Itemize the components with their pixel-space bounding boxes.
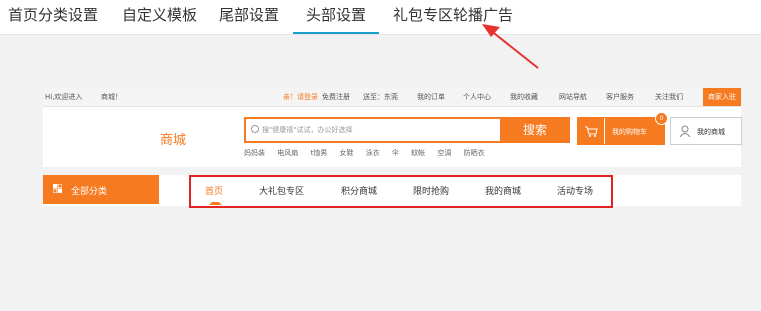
hot-word[interactable]: 妈妈装 xyxy=(244,149,265,157)
nav-bar: 全部分类 首页 大礼包专区 积分商城 限时抢购 我的商城 活动专场 xyxy=(43,175,741,208)
hot-word[interactable]: 空调 xyxy=(437,149,451,157)
search-placeholder: 搜"健康禧"试试，办公好选择 xyxy=(262,126,353,134)
nav-item-events[interactable]: 活动专场 xyxy=(557,184,593,197)
mall-text: 商城！ xyxy=(101,93,122,101)
nav-item-home[interactable]: 首页 xyxy=(205,184,223,197)
search-input[interactable]: 搜"健康禧"试试，办公好选择 xyxy=(244,117,503,143)
category-icon xyxy=(53,184,62,193)
nav-item-my-store[interactable]: 我的商城 xyxy=(485,184,521,197)
tab-bar: 首页分类设置 自定义模板 尾部设置 头部设置 礼包专区轮播广告 xyxy=(0,0,761,35)
user-center-link[interactable]: 个人中心 xyxy=(463,92,491,102)
header-main: 商城 搜"健康禧"试试，办公好选择 搜索 妈妈装 电风扇 t恤男 女鞋 泳衣 伞… xyxy=(43,107,742,167)
tab-header-settings[interactable]: 头部设置 xyxy=(293,0,379,34)
hot-word[interactable]: 女鞋 xyxy=(339,149,353,157)
follow-link[interactable]: 关注我们 xyxy=(655,92,683,102)
hot-word[interactable]: 电风扇 xyxy=(277,149,298,157)
active-indicator xyxy=(209,202,222,205)
register-link[interactable]: 免费注册 xyxy=(322,92,350,102)
welcome-text: Hi,欢迎进入 xyxy=(45,93,83,101)
my-store-button[interactable]: 我的商城 xyxy=(670,117,742,145)
top-bar: Hi,欢迎进入 商城！ 亲！请登录 免费注册 送至：东莞 我的订单 个人中心 我… xyxy=(43,88,741,107)
cart-button[interactable]: 我的购物车 0 xyxy=(577,112,668,145)
hot-word[interactable]: 防晒衣 xyxy=(464,149,485,157)
site-logo[interactable]: 商城 xyxy=(160,129,186,148)
hot-word[interactable]: 泳衣 xyxy=(366,149,380,157)
merchant-join-button[interactable]: 商家入驻 xyxy=(703,88,741,106)
nav-item-flash-sale[interactable]: 限时抢购 xyxy=(413,184,449,197)
tab-custom-template[interactable]: 自定义模板 xyxy=(122,0,197,34)
search-icon xyxy=(251,125,259,133)
hot-words: 妈妈装 电风扇 t恤男 女鞋 泳衣 伞 蚊帐 空调 防晒衣 xyxy=(244,148,495,158)
tab-home-category[interactable]: 首页分类设置 xyxy=(8,0,98,34)
hot-word[interactable]: 蚊帐 xyxy=(411,149,425,157)
tab-gift-carousel[interactable]: 礼包专区轮播广告 xyxy=(393,0,513,34)
user-icon xyxy=(679,125,691,137)
nav-item-points[interactable]: 积分商城 xyxy=(341,184,377,197)
my-store-label: 我的商城 xyxy=(697,128,725,136)
hot-word[interactable]: t恤男 xyxy=(310,149,327,157)
site-nav-link[interactable]: 网站导航 xyxy=(559,92,587,102)
login-link[interactable]: 亲！请登录 xyxy=(283,92,318,102)
search-button[interactable]: 搜索 xyxy=(500,117,570,143)
all-categories-label: 全部分类 xyxy=(71,187,108,197)
hot-word[interactable]: 伞 xyxy=(392,149,399,157)
cart-label: 我的购物车 xyxy=(612,128,647,136)
nav-highlight-box: 首页 大礼包专区 积分商城 限时抢购 我的商城 活动专场 xyxy=(189,175,613,208)
cart-icon xyxy=(578,118,605,144)
nav-item-gift[interactable]: 大礼包专区 xyxy=(259,184,304,197)
favorites-link[interactable]: 我的收藏 xyxy=(510,92,538,102)
tab-footer-settings[interactable]: 尾部设置 xyxy=(219,0,279,34)
service-link[interactable]: 客户服务 xyxy=(606,92,634,102)
deliver-to[interactable]: 送至：东莞 xyxy=(363,92,398,102)
header-preview: Hi,欢迎进入 商城！ 亲！请登录 免费注册 送至：东莞 我的订单 个人中心 我… xyxy=(43,88,742,208)
cart-count-badge: 0 xyxy=(655,112,668,125)
all-categories-button[interactable]: 全部分类 xyxy=(43,175,159,204)
orders-link[interactable]: 我的订单 xyxy=(417,92,445,102)
